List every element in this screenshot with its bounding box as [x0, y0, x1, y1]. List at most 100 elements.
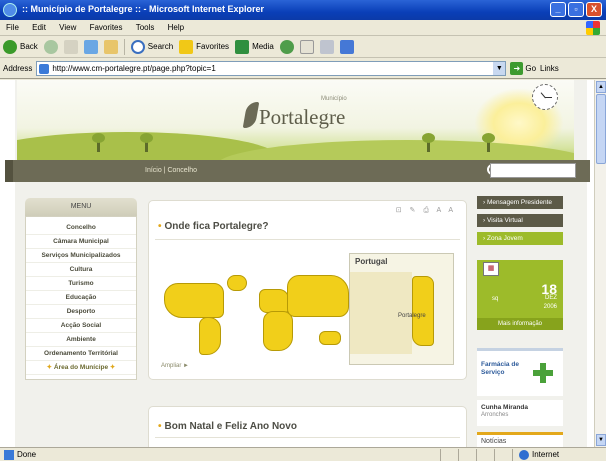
back-label: Back	[20, 42, 38, 51]
menu-tools[interactable]: Tools	[130, 20, 160, 32]
site-header: Portalegre Município	[17, 80, 574, 160]
edit-button[interactable]	[339, 39, 354, 54]
star-icon: ✦	[108, 364, 116, 371]
menu-title: MENU	[25, 198, 137, 216]
address-dropdown-icon[interactable]: ▼	[493, 62, 506, 75]
menu-favorites[interactable]: Favorites	[84, 20, 128, 32]
search-button[interactable]: Search	[130, 39, 174, 54]
menu-item-educacao[interactable]: Educação	[26, 291, 136, 305]
address-input[interactable]: http://www.cm-portalegre.pt/page.php?top…	[36, 61, 507, 76]
menu-item-accao-social[interactable]: Acção Social	[26, 319, 136, 333]
calendar-weekday: sq	[492, 296, 499, 302]
tree-graphic	[92, 133, 105, 152]
status-cell	[476, 448, 494, 461]
site-search-input[interactable]	[490, 163, 576, 178]
ie-icon	[3, 3, 17, 17]
menu-edit[interactable]: Edit	[26, 20, 51, 32]
maximize-button[interactable]: ▫	[568, 2, 584, 17]
menu-item-cultura[interactable]: Cultura	[26, 263, 136, 277]
map-portugal	[412, 276, 434, 346]
menu-item-turismo[interactable]: Turismo	[26, 277, 136, 291]
menu-item-camara[interactable]: Câmara Municipal	[26, 235, 136, 249]
status-bar: Done Internet	[0, 447, 606, 461]
mail-button[interactable]	[299, 39, 314, 54]
logo-text: Portalegre	[259, 105, 346, 129]
star-icon: ✦	[46, 364, 54, 371]
refresh-button[interactable]	[83, 39, 98, 54]
portugal-inset-map: Portugal Portalegre	[349, 253, 454, 365]
page-viewport: Portalegre Município Início | Concelho M…	[0, 80, 594, 447]
status-cell	[494, 448, 512, 461]
news-title: Notícias	[481, 438, 507, 445]
stop-button[interactable]	[63, 39, 78, 54]
panel-tools-icons[interactable]: ⊡ ✎ ⎙ A A	[396, 206, 456, 215]
pharmacy-box[interactable]: Farmácia de Serviço	[477, 348, 563, 396]
go-button[interactable]: ➜ Go	[510, 62, 536, 75]
calendar-more-link[interactable]: Mais informação	[477, 318, 563, 330]
print-icon	[319, 39, 334, 54]
page-icon	[39, 63, 50, 74]
forward-button[interactable]	[43, 39, 58, 54]
zone-text: Internet	[532, 450, 560, 459]
location-title: • Onde fica Portalegre?	[158, 221, 268, 232]
pharmacy-name: Cunha Miranda	[481, 404, 528, 411]
favorites-button[interactable]: Favorites	[179, 39, 230, 54]
map-australia	[319, 331, 341, 345]
status-cell	[458, 448, 476, 461]
menu-bar: File Edit View Favorites Tools Help	[0, 20, 606, 36]
go-arrow-icon: ➜	[510, 62, 524, 75]
scroll-thumb[interactable]	[596, 94, 606, 164]
logo-leaf-icon	[242, 102, 260, 128]
scroll-down-icon[interactable]: ▼	[596, 434, 606, 446]
refresh-icon	[83, 39, 98, 54]
greeting-title: • Bom Natal e Feliz Ano Novo	[158, 421, 297, 432]
pharmacy-cross-icon	[533, 363, 553, 383]
site-logo[interactable]: Portalegre Município	[242, 96, 347, 129]
menu-item-concelho[interactable]: Concelho	[26, 221, 136, 235]
news-box[interactable]: Notícias	[477, 432, 563, 447]
map-greenland	[227, 275, 247, 291]
media-button[interactable]: Media	[235, 39, 274, 54]
forward-arrow-icon	[43, 39, 58, 54]
menu-help[interactable]: Help	[162, 20, 189, 32]
globe-icon	[519, 449, 529, 460]
logo-subtext: Município	[321, 96, 347, 102]
menu-item-ordenamento[interactable]: Ordenamento Territórial	[26, 347, 136, 361]
status-done: Done	[0, 449, 440, 460]
scroll-up-icon[interactable]: ▲	[596, 81, 606, 93]
menu-item-desporto[interactable]: Desporto	[26, 305, 136, 319]
print-button[interactable]	[319, 39, 334, 54]
menu-view[interactable]: View	[53, 20, 81, 32]
address-bar: Address http://www.cm-portalegre.pt/page…	[0, 59, 606, 79]
menu-item-servicos[interactable]: Serviços Municipalizados	[26, 249, 136, 263]
menu-item-ambiente[interactable]: Ambiente	[26, 333, 136, 347]
status-text: Done	[17, 450, 37, 459]
home-button[interactable]	[103, 39, 118, 54]
nav-links[interactable]: Início | Concelho	[145, 167, 197, 174]
menu-file[interactable]: File	[0, 20, 24, 32]
minimize-button[interactable]: _	[550, 2, 566, 17]
address-url: http://www.cm-portalegre.pt/page.php?top…	[52, 64, 216, 73]
history-button[interactable]	[279, 39, 294, 54]
star-icon	[179, 39, 194, 54]
side-menu: MENU Concelho Câmara Municipal Serviços …	[25, 198, 137, 447]
close-button[interactable]: X	[586, 2, 602, 17]
map-enlarge-link[interactable]: Ampliar ►	[161, 363, 189, 369]
favorites-label: Favorites	[196, 42, 230, 51]
mensagem-presidente-button[interactable]: › Mensagem Presidente	[477, 196, 563, 209]
nav-cap	[5, 160, 13, 182]
back-button[interactable]: Back	[3, 39, 38, 54]
calendar-widget: ▦ sq 18 DEZ 2006 Mais informação	[477, 260, 563, 330]
vertical-scrollbar[interactable]: ▲ ▼	[594, 80, 606, 447]
map-europe	[259, 289, 289, 313]
search-label: Search	[147, 42, 174, 51]
menu-item-area-municipe[interactable]: ✦ Área do Munícipe ✦	[26, 361, 136, 375]
tree-graphic	[482, 133, 495, 152]
zona-jovem-button[interactable]: › Zona Jovem	[477, 232, 563, 245]
tree-graphic	[140, 133, 153, 152]
menu-list: Concelho Câmara Municipal Serviços Munic…	[25, 216, 137, 380]
bullet-icon: •	[158, 221, 162, 232]
status-cell	[440, 448, 458, 461]
visita-virtual-button[interactable]: › Visita Virtual	[477, 214, 563, 227]
links-button[interactable]: Links	[540, 64, 559, 73]
